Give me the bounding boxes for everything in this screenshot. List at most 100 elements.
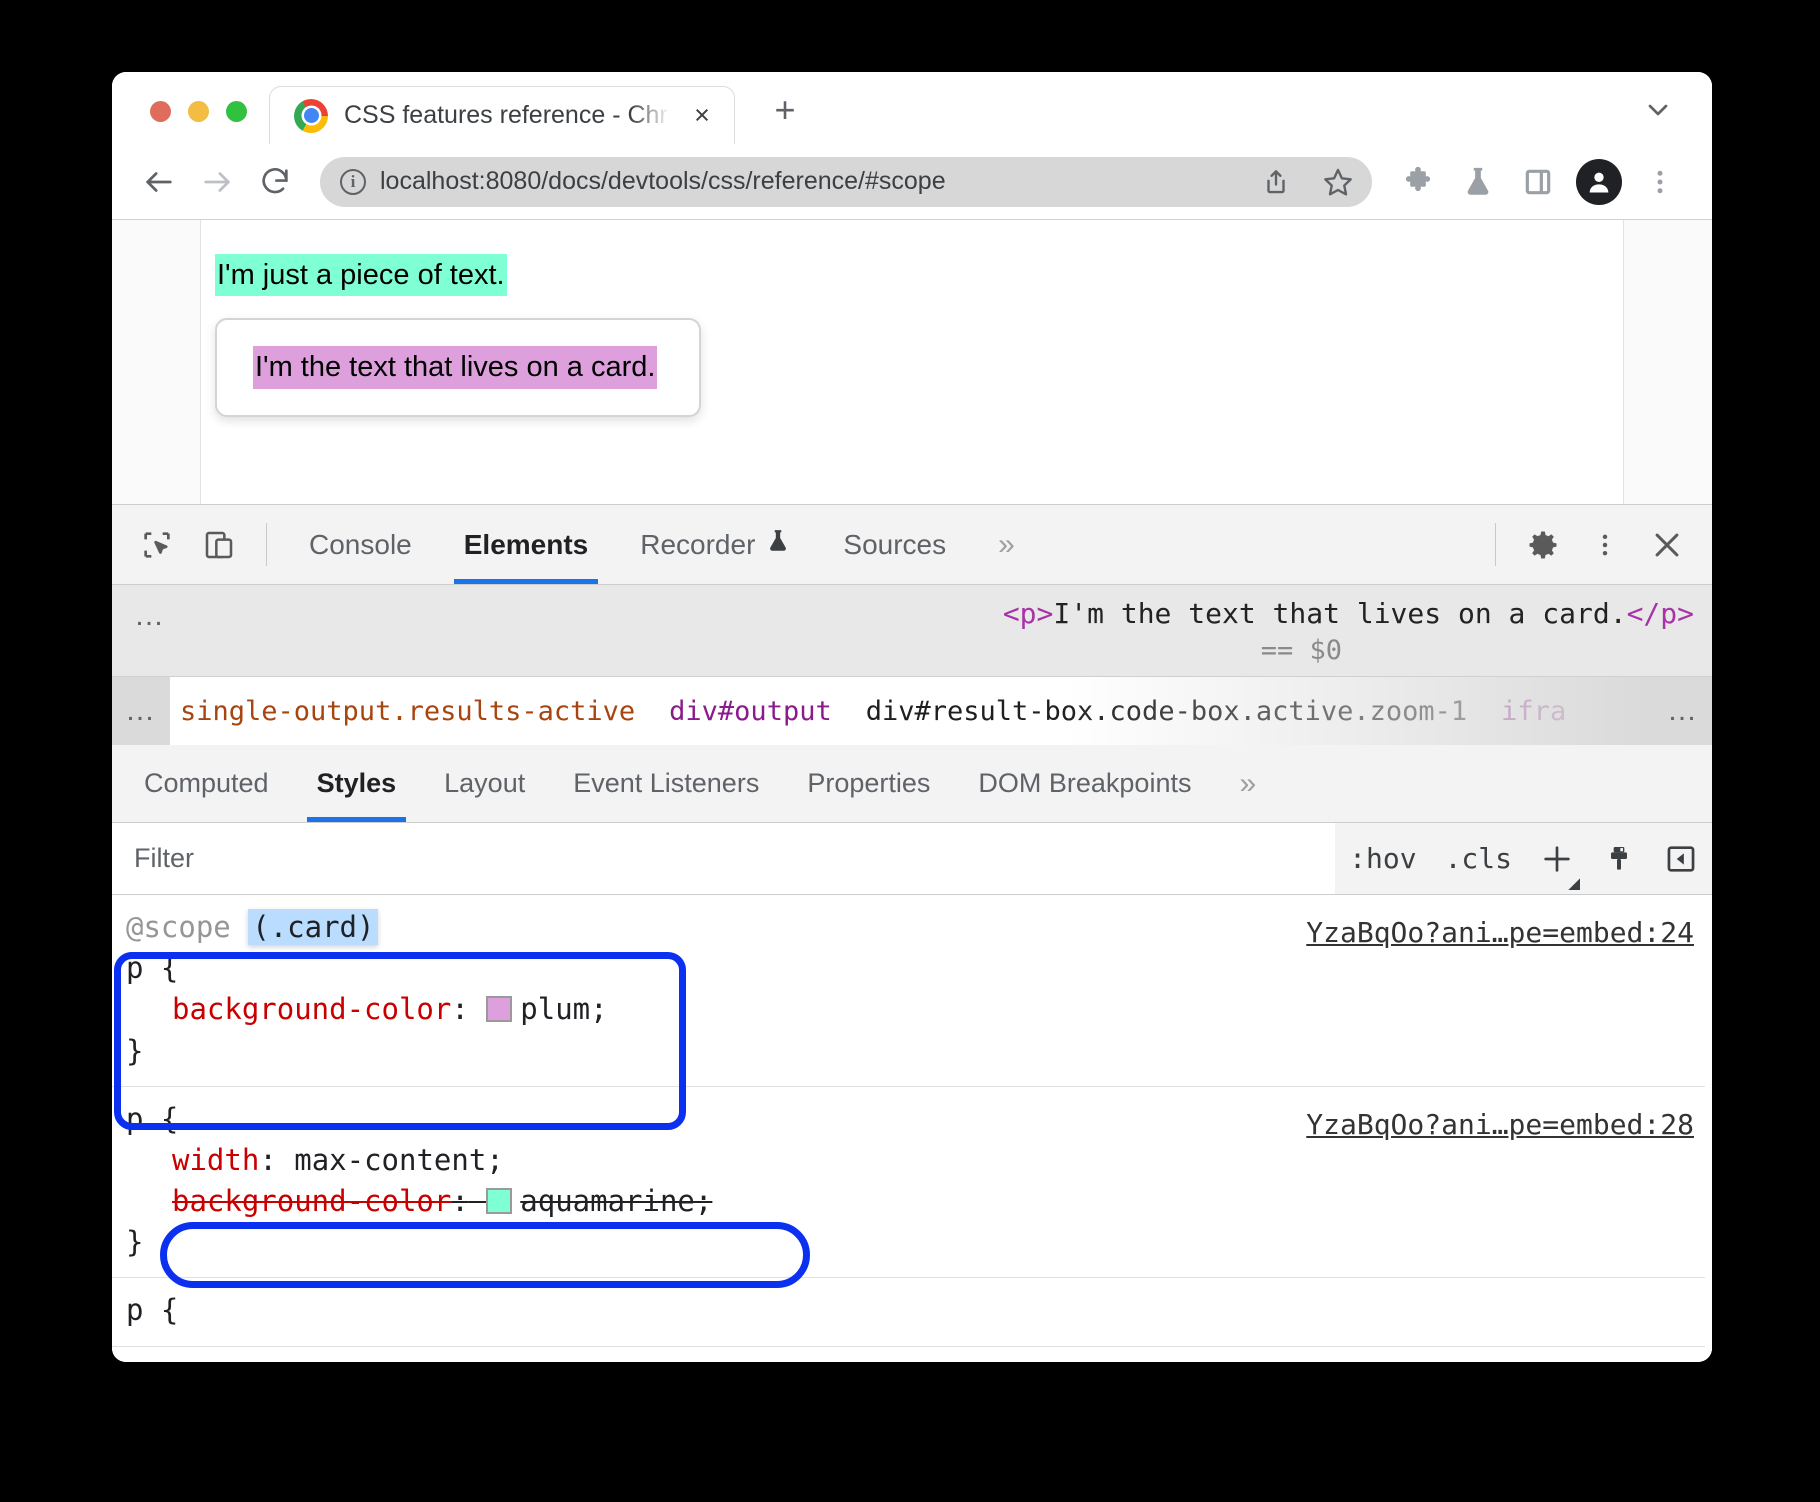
css-rule-scope[interactable]: @scope (.card) p { background-color: plu…	[112, 895, 1712, 1087]
rendered-page-content: I'm just a piece of text. I'm the text t…	[200, 220, 1624, 504]
breadcrumb-item-single-output[interactable]: single-output.results-active	[180, 696, 635, 727]
css-source-link[interactable]: YzaBqOo?ani…pe=embed:28	[1306, 1105, 1694, 1145]
css-rule-next-partial[interactable]: p {	[112, 1278, 1712, 1346]
css-declaration-background-color-overridden[interactable]: background-color: aquamarine;	[126, 1181, 1712, 1222]
at-rule-keyword: @scope	[126, 910, 231, 944]
color-swatch[interactable]	[486, 996, 512, 1022]
settings-gear-icon[interactable]	[1512, 505, 1574, 584]
close-icon[interactable]: ×	[686, 100, 718, 132]
breadcrumb-item-output[interactable]: div#output	[669, 696, 832, 727]
devtools-tab-label: Sources	[843, 529, 946, 561]
minimize-window-button[interactable]	[188, 101, 209, 122]
omnibox[interactable]: i localhost:8080/docs/devtools/css/refer…	[320, 157, 1372, 207]
css-property-value[interactable]: max-content;	[294, 1143, 504, 1177]
devtools-tab-label: Console	[309, 529, 412, 561]
dom-breadcrumb: … single-output.results-active div#outpu…	[112, 677, 1712, 745]
omnibox-url-text: localhost:8080/docs/devtools/css/referen…	[380, 167, 1238, 196]
tab-strip: CSS features reference - Chrom × +	[112, 72, 1712, 144]
css-property-name[interactable]: width	[172, 1143, 259, 1177]
styles-filter-input[interactable]	[112, 823, 1335, 894]
devtools-tab-bar: Console Elements Recorder Sources »	[112, 505, 1712, 585]
back-arrow-icon[interactable]	[132, 155, 186, 209]
experiments-flask-icon	[765, 528, 791, 561]
breadcrumb-left-ellipsis[interactable]: …	[112, 694, 170, 728]
sub-tab-computed[interactable]: Computed	[120, 745, 293, 822]
toggle-element-state-button[interactable]: :hov	[1335, 823, 1430, 894]
inspect-element-icon[interactable]	[126, 505, 188, 584]
chevron-down-icon[interactable]	[1628, 82, 1688, 138]
devtools-tab-spacer	[1041, 505, 1479, 584]
sub-tab-label: Computed	[144, 768, 269, 799]
double-chevron-right-icon: »	[1239, 767, 1256, 801]
sub-tabs-overflow[interactable]: »	[1215, 745, 1280, 822]
dom-open-tag: <p>	[1003, 597, 1054, 630]
css-selector-line[interactable]: p {	[126, 1290, 1712, 1331]
close-window-button[interactable]	[150, 101, 171, 122]
dom-node-text: I'm the text that lives on a card.	[1053, 597, 1626, 630]
sub-tab-dom-breakpoints[interactable]: DOM Breakpoints	[954, 745, 1215, 822]
sub-tab-layout[interactable]: Layout	[420, 745, 549, 822]
devtools-tab-console[interactable]: Console	[283, 505, 438, 584]
chrome-logo-icon	[294, 99, 328, 133]
maximize-window-button[interactable]	[226, 101, 247, 122]
dom-selection-marker: == $0	[1261, 635, 1342, 666]
experiments-flask-icon[interactable]	[1450, 154, 1506, 210]
devtools-tab-recorder[interactable]: Recorder	[614, 505, 817, 584]
close-icon[interactable]	[1636, 505, 1698, 584]
devtools-tab-sources[interactable]: Sources	[817, 505, 972, 584]
devtools-tab-elements[interactable]: Elements	[438, 505, 615, 584]
browser-toolbar: i localhost:8080/docs/devtools/css/refer…	[112, 144, 1712, 220]
css-colon: :	[451, 992, 468, 1026]
plain-paragraph-wrapper: I'm just a piece of text.	[215, 254, 1623, 296]
toolbar-divider	[266, 523, 267, 566]
styles-rules-pane[interactable]: @scope (.card) p { background-color: plu…	[112, 895, 1712, 1362]
scope-prelude[interactable]: (.card)	[248, 909, 378, 945]
copy-styles-icon[interactable]	[1588, 823, 1650, 894]
profile-avatar[interactable]	[1576, 159, 1622, 205]
sub-tab-event-listeners[interactable]: Event Listeners	[549, 745, 783, 822]
css-property-name[interactable]: background-color	[172, 1184, 451, 1218]
computed-sidebar-toggle-icon[interactable]	[1650, 823, 1712, 894]
device-toolbar-icon[interactable]	[188, 505, 250, 584]
tab-title: CSS features reference - Chrom	[344, 101, 670, 130]
screenshot-root: CSS features reference - Chrom × + i	[0, 0, 1820, 1502]
extensions-puzzle-icon[interactable]	[1390, 154, 1446, 210]
css-declaration-width[interactable]: width: max-content;	[126, 1140, 1712, 1181]
forward-arrow-icon[interactable]	[190, 155, 244, 209]
new-style-rule-icon[interactable]	[1526, 823, 1588, 894]
css-selector-line[interactable]: p {	[126, 948, 1712, 989]
new-tab-button[interactable]: +	[757, 82, 813, 138]
sub-tab-properties[interactable]: Properties	[783, 745, 954, 822]
share-icon[interactable]	[1252, 158, 1300, 206]
bookmark-star-icon[interactable]	[1314, 158, 1362, 206]
css-colon: :	[451, 1184, 468, 1218]
css-rule-closing-brace: }	[126, 1222, 1712, 1263]
element-classes-button[interactable]: .cls	[1431, 823, 1526, 894]
breadcrumb-item-result-box[interactable]: div#result-box.code-box.active.zoom-1	[866, 696, 1467, 727]
sub-tab-label: Properties	[807, 768, 930, 799]
card-paragraph: I'm the text that lives on a card.	[253, 346, 657, 388]
page-viewport: I'm just a piece of text. I'm the text t…	[112, 220, 1712, 504]
sub-tab-styles[interactable]: Styles	[293, 745, 421, 822]
css-property-value[interactable]: aquamarine;	[520, 1184, 712, 1218]
css-property-name[interactable]: background-color	[172, 992, 451, 1026]
devtools-kebab-menu-icon[interactable]	[1574, 505, 1636, 584]
browser-tab[interactable]: CSS features reference - Chrom ×	[269, 86, 735, 144]
window-traffic-lights	[112, 101, 269, 144]
css-declaration-background-color[interactable]: background-color: plum;	[126, 989, 1712, 1030]
dom-selected-node[interactable]: <p>I'm the text that lives on a card.</p…	[112, 595, 1694, 633]
css-rule-closing-brace: }	[126, 1031, 1712, 1072]
kebab-menu-icon[interactable]	[1632, 154, 1688, 210]
breadcrumb-right-ellipsis[interactable]: …	[1654, 694, 1712, 728]
css-property-value[interactable]: plum;	[520, 992, 607, 1026]
color-swatch[interactable]	[486, 1188, 512, 1214]
devtools-tabs-overflow[interactable]: »	[972, 505, 1041, 584]
side-panel-icon[interactable]	[1510, 154, 1566, 210]
dom-tree-row[interactable]: … <p>I'm the text that lives on a card.<…	[112, 585, 1712, 677]
styles-pane-scrollbar[interactable]	[1705, 895, 1712, 1362]
css-source-link[interactable]: YzaBqOo?ani…pe=embed:24	[1306, 913, 1694, 953]
reload-icon[interactable]	[248, 155, 302, 209]
info-circle-icon[interactable]: i	[340, 169, 366, 195]
css-rule-p[interactable]: p { width: max-content; background-color…	[112, 1087, 1712, 1279]
breadcrumb-item-iframe[interactable]: ifra	[1501, 696, 1566, 727]
